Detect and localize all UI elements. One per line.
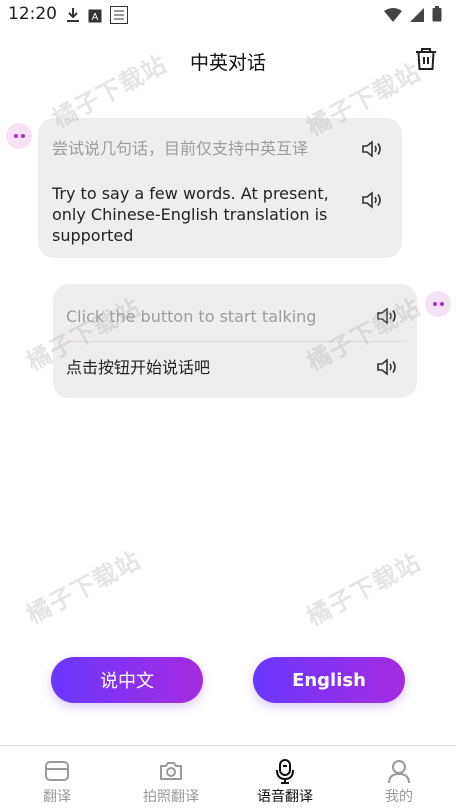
avatar-right: [425, 291, 451, 317]
conversation-bubble-left: 尝试说几句话，目前仅支持中英互译 Try to say a few words.…: [38, 118, 402, 258]
avatar-left: [6, 123, 32, 149]
speaker-icon[interactable]: [376, 358, 398, 376]
bubble-left-translated-text: Try to say a few words. At present, only…: [52, 184, 329, 245]
speak-english-button[interactable]: English: [253, 657, 405, 703]
bottom-nav: 翻译 拍照翻译 语音翻译 我的: [0, 745, 456, 812]
bubble-right-translated-text: 点击按钮开始说话吧: [66, 358, 211, 377]
watermark: 橘子下载站: [301, 548, 426, 632]
nav-item-photo-translate[interactable]: 拍照翻译: [114, 746, 228, 812]
nav-label: 拍照翻译: [143, 789, 199, 805]
clear-history-button[interactable]: [414, 48, 438, 74]
nav-label: 翻译: [43, 789, 71, 805]
signal-icon: [410, 7, 424, 26]
status-icons-right: [384, 6, 442, 26]
camera-icon: [158, 758, 184, 784]
speaker-icon[interactable]: [376, 307, 398, 325]
microphone-icon: [272, 758, 298, 784]
nav-label: 语音翻译: [257, 789, 313, 805]
status-bar: 12:20 A: [0, 0, 456, 32]
status-time: 12:20: [8, 4, 57, 24]
nav-item-translate[interactable]: 翻译: [0, 746, 114, 812]
font-a-icon: A: [88, 8, 102, 27]
speaker-icon[interactable]: [361, 140, 383, 158]
bubble-left-source-text: 尝试说几句话，目前仅支持中英互译: [52, 139, 309, 158]
nav-item-voice-translate[interactable]: 语音翻译: [228, 746, 342, 812]
trash-icon: [415, 47, 437, 75]
app-notification-icon: [110, 6, 128, 28]
folder-icon: [44, 758, 70, 784]
conversation-bubble-right: Click the button to start talking 点击按钮开始…: [53, 284, 417, 398]
wifi-icon: [384, 7, 402, 26]
speaker-icon[interactable]: [361, 191, 383, 209]
nav-item-profile[interactable]: 我的: [342, 746, 456, 812]
status-icons-left: A: [66, 6, 128, 28]
bubble-right-source-text: Click the button to start talking: [66, 307, 317, 326]
user-icon: [386, 758, 412, 784]
svg-text:A: A: [92, 12, 99, 23]
page-title: 中英对话: [189, 52, 266, 74]
watermark: 橘子下载站: [21, 546, 146, 630]
bubble-divider: [67, 341, 405, 342]
nav-label: 我的: [385, 789, 413, 805]
battery-icon: [432, 6, 442, 26]
download-icon: [66, 7, 80, 27]
speak-chinese-button[interactable]: 说中文: [51, 657, 203, 703]
